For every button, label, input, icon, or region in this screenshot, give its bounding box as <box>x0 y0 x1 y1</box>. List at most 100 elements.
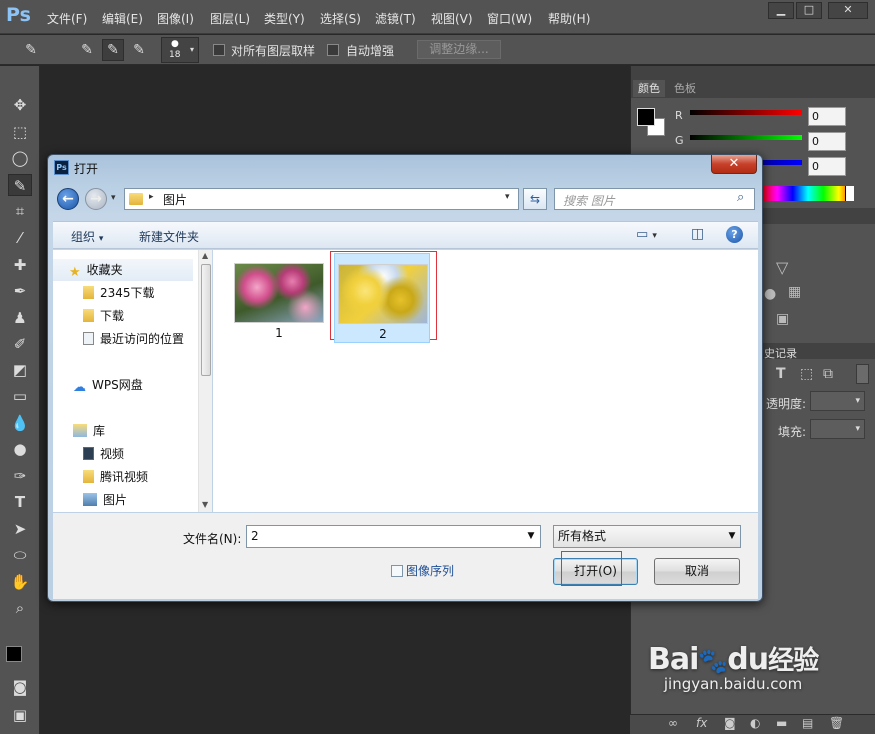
subtract-selection-icon[interactable]: ✎ <box>128 39 150 61</box>
nav-scrollbar[interactable]: ▲ ▼ <box>198 250 212 512</box>
layers-filter-toggle[interactable] <box>856 364 869 384</box>
nav-item-2345[interactable]: 2345下载 <box>83 283 155 303</box>
menu-image[interactable]: 图像(I) <box>157 10 194 27</box>
filename-input[interactable]: 2 ▼ <box>246 525 541 548</box>
pen-tool-icon[interactable]: ✑ <box>8 465 32 487</box>
new-layer-icon[interactable]: ▤ <box>802 716 813 730</box>
file-item-selected[interactable]: 2 <box>334 253 430 343</box>
cancel-button[interactable]: 取消 <box>654 558 740 585</box>
screen-mode-icon[interactable]: ▣ <box>8 704 32 726</box>
image-sequence-checkbox[interactable] <box>391 565 403 577</box>
dodge-tool-icon[interactable]: ● <box>8 438 32 460</box>
nav-item-downloads[interactable]: 下载 <box>83 306 124 326</box>
brush-tool-icon[interactable]: ✒ <box>8 280 32 302</box>
search-input[interactable]: 搜索 图片 ⌕ <box>554 188 755 210</box>
new-selection-icon[interactable]: ✎ <box>76 39 98 61</box>
adjustment-triangle-icon[interactable]: ▽ <box>776 258 788 277</box>
nav-item-recent[interactable]: 最近访问的位置 <box>83 329 184 349</box>
menu-type[interactable]: 类型(Y) <box>264 10 305 27</box>
filename-chevron-icon[interactable]: ▼ <box>523 526 539 547</box>
minimize-button[interactable]: ▁ <box>768 2 794 19</box>
nav-item-pictures[interactable]: 图片 <box>83 490 127 510</box>
lasso-tool-icon[interactable]: ◯ <box>8 147 32 169</box>
adjustment-square-icon[interactable]: ▣ <box>776 311 789 327</box>
organize-button[interactable]: 组织 ▾ <box>71 228 103 245</box>
nav-item-tencent-video[interactable]: 腾讯视频 <box>83 467 148 487</box>
adjustment-circles-icon[interactable]: ● <box>764 286 776 302</box>
healing-brush-tool-icon[interactable]: ✚ <box>8 254 32 276</box>
foreground-color-swatch[interactable] <box>6 646 22 662</box>
marquee-tool-icon[interactable]: ⬚ <box>8 121 32 143</box>
menu-filter[interactable]: 滤镜(T) <box>375 10 416 27</box>
nav-item-videos[interactable]: 视频 <box>83 444 124 464</box>
tab-history[interactable]: 史记录 <box>764 345 797 361</box>
gradient-tool-icon[interactable]: ▭ <box>8 385 32 407</box>
eraser-tool-icon[interactable]: ◩ <box>8 359 32 381</box>
scroll-down-icon[interactable]: ▼ <box>202 500 208 509</box>
add-selection-icon[interactable]: ✎ <box>102 39 124 61</box>
dialog-close-button[interactable]: ✕ <box>711 155 757 174</box>
search-icon[interactable]: ⌕ <box>737 190 744 205</box>
color-spectrum[interactable] <box>762 186 854 201</box>
blur-tool-icon[interactable]: 💧 <box>8 412 32 434</box>
back-button[interactable]: ← <box>57 188 79 210</box>
refine-edge-button[interactable]: 调整边缘... <box>417 40 501 59</box>
channel-g-value[interactable]: 0 <box>808 132 846 151</box>
menu-layer[interactable]: 图层(L) <box>210 10 250 27</box>
help-icon[interactable]: ? <box>726 226 743 243</box>
link-layers-icon[interactable]: ∞ <box>668 716 678 730</box>
history-brush-tool-icon[interactable]: ✐ <box>8 333 32 355</box>
type-layer-icon[interactable]: T <box>776 366 786 382</box>
forward-button[interactable]: → <box>85 188 107 210</box>
group-icon[interactable]: ▬ <box>776 716 787 730</box>
menu-select[interactable]: 选择(S) <box>320 10 361 27</box>
panel-foreground-swatch[interactable] <box>637 108 655 126</box>
nav-item-library[interactable]: 库 <box>73 421 105 441</box>
crop-tool-icon[interactable]: ⌗ <box>8 200 32 222</box>
favorites-item[interactable]: ★ 收藏夹 <box>69 260 123 280</box>
mask-icon[interactable]: ◙ <box>724 716 736 730</box>
adjustment-grid-icon[interactable]: ▦ <box>788 284 801 300</box>
fx-icon[interactable]: fx <box>696 716 707 730</box>
quick-selection-preset-icon[interactable]: ✎ <box>20 39 42 61</box>
tab-color[interactable]: 颜色 <box>633 80 665 97</box>
menu-edit[interactable]: 编辑(E) <box>102 10 143 27</box>
fill-dropdown[interactable]: ▾ <box>810 419 865 439</box>
auto-enhance-checkbox[interactable] <box>327 44 339 56</box>
opacity-dropdown[interactable]: ▾ <box>810 391 865 411</box>
scrollbar-thumb[interactable] <box>201 264 211 376</box>
channel-r-slider[interactable] <box>690 110 802 115</box>
filetype-select[interactable]: 所有格式 ▼ <box>553 525 741 548</box>
maximize-button[interactable]: □ <box>796 2 822 19</box>
filetype-chevron-icon[interactable]: ▼ <box>724 526 740 547</box>
quick-selection-tool-icon[interactable]: ✎ <box>8 174 32 196</box>
brush-size-picker[interactable]: ● 18 ▾ <box>161 37 199 63</box>
trash-icon[interactable]: 🗑 <box>829 716 844 730</box>
refresh-button[interactable]: ⇆ <box>523 188 547 210</box>
zoom-tool-icon[interactable]: ⌕ <box>8 597 32 619</box>
quick-mask-icon[interactable]: ◙ <box>8 676 32 698</box>
nav-item-wps[interactable]: ☁ WPS网盘 <box>73 375 143 395</box>
address-bar[interactable]: ▸ 图片 ▾ <box>124 188 519 210</box>
hand-tool-icon[interactable]: ✋ <box>8 571 32 593</box>
history-chevron-icon[interactable]: ▾ <box>111 193 116 203</box>
panel-collapse-bar[interactable] <box>631 66 875 78</box>
transform-icon[interactable]: ⬚ <box>800 366 813 382</box>
channel-b-value[interactable]: 0 <box>808 157 846 176</box>
menu-view[interactable]: 视图(V) <box>431 10 473 27</box>
path-selection-tool-icon[interactable]: ➤ <box>8 518 32 540</box>
smart-object-icon[interactable]: ⧉ <box>823 366 833 382</box>
channel-r-value[interactable]: 0 <box>808 107 846 126</box>
channel-g-slider[interactable] <box>690 135 802 140</box>
scroll-up-icon[interactable]: ▲ <box>202 251 208 260</box>
file-item[interactable]: 1 <box>231 253 327 343</box>
menu-window[interactable]: 窗口(W) <box>487 10 532 27</box>
menu-file[interactable]: 文件(F) <box>47 10 87 27</box>
adjustment-layer-icon[interactable]: ◐ <box>750 716 760 730</box>
shape-tool-icon[interactable]: ⬭ <box>8 544 32 566</box>
view-icon[interactable]: ▭ ▾ <box>636 227 657 242</box>
eyedropper-tool-icon[interactable]: ⁄ <box>8 227 32 249</box>
preview-pane-icon[interactable]: ◫ <box>691 226 704 242</box>
menu-help[interactable]: 帮助(H) <box>548 10 590 27</box>
address-chevron-icon[interactable]: ▾ <box>505 192 510 202</box>
